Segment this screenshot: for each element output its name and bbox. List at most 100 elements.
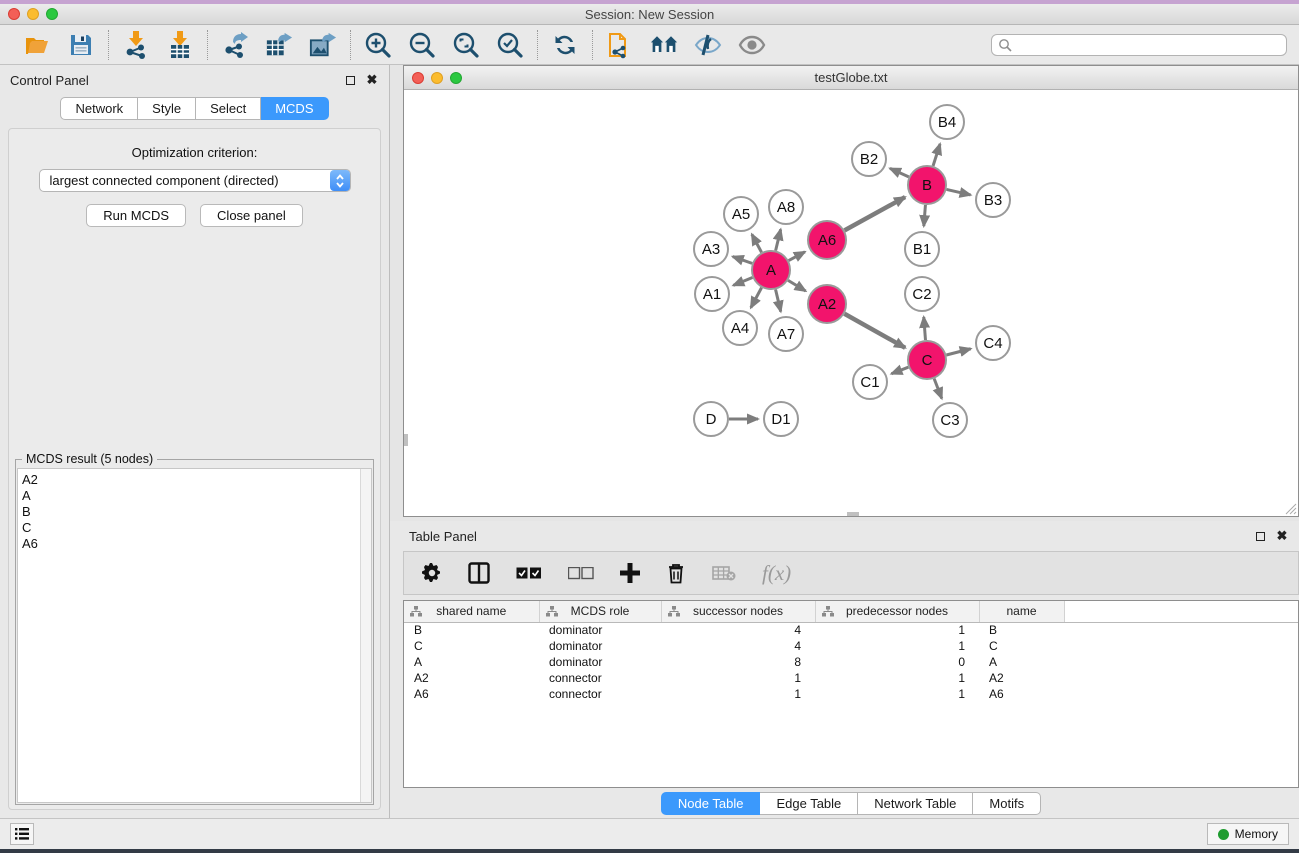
node-B3[interactable]: B3 [976,183,1010,217]
close-window-button[interactable] [8,8,20,20]
zoom-fit-icon[interactable] [452,31,480,59]
table-tab-network-table[interactable]: Network Table [858,792,973,815]
column-header-predecessor-nodes[interactable]: predecessor nodes [815,601,979,622]
node-C3[interactable]: C3 [933,403,967,437]
edge-B-B3[interactable] [947,189,971,194]
table-close-icon[interactable]: ✖ [1275,529,1289,543]
zoom-selected-icon[interactable] [496,31,524,59]
edge-A-A1[interactable] [733,278,752,286]
select-all-icon[interactable] [516,567,542,580]
node-A7[interactable]: A7 [769,317,803,351]
table-row[interactable]: A6connector11A6 [404,686,1298,702]
table-row[interactable]: Cdominator41C [404,638,1298,654]
close-panel-icon[interactable]: ✖ [365,73,379,87]
table-float-icon[interactable] [1253,529,1267,543]
run-mcds-button[interactable]: Run MCDS [86,204,186,227]
table-tab-edge-table[interactable]: Edge Table [760,792,858,815]
network-minimize-button[interactable] [431,72,443,84]
delete-table-icon[interactable] [712,565,736,581]
column-header-successor-nodes[interactable]: successor nodes [661,601,815,622]
tab-mcds[interactable]: MCDS [261,97,328,120]
function-builder-icon[interactable]: f(x) [762,561,791,586]
import-table-icon[interactable] [166,31,194,59]
zoom-in-icon[interactable] [364,31,392,59]
edge-C-C4[interactable] [946,349,970,355]
canvas-left-handle[interactable] [404,434,408,446]
edge-A-A5[interactable] [752,234,762,252]
node-A1[interactable]: A1 [695,277,729,311]
edge-B-B1[interactable] [924,205,926,226]
delete-column-icon[interactable] [666,562,686,584]
search-field[interactable] [991,34,1287,56]
open-session-icon[interactable] [23,31,51,59]
open-network-file-icon[interactable] [606,31,634,59]
export-table-icon[interactable] [265,31,293,59]
edge-A-A6[interactable] [789,252,805,261]
node-B1[interactable]: B1 [905,232,939,266]
float-panel-icon[interactable] [343,73,357,87]
node-A[interactable]: A [752,251,790,289]
node-C1[interactable]: C1 [853,365,887,399]
edge-A2-C[interactable] [844,314,905,348]
result-scrollbar[interactable] [360,469,371,802]
deselect-all-icon[interactable] [568,567,594,580]
node-B2[interactable]: B2 [852,142,886,176]
edge-C-C1[interactable] [891,367,908,374]
task-history-button[interactable] [10,823,34,845]
edge-A-A2[interactable] [788,280,806,291]
close-panel-button[interactable]: Close panel [200,204,303,227]
network-maximize-button[interactable] [450,72,462,84]
node-D1[interactable]: D1 [764,402,798,436]
tab-style[interactable]: Style [138,97,196,120]
edge-A-A3[interactable] [733,257,752,264]
export-network-icon[interactable] [221,31,249,59]
node-C2[interactable]: C2 [905,277,939,311]
table-tab-motifs[interactable]: Motifs [973,792,1041,815]
node-A6[interactable]: A6 [808,221,846,259]
column-header-name[interactable]: name [979,601,1064,622]
hide-details-icon[interactable] [694,31,722,59]
node-C4[interactable]: C4 [976,326,1010,360]
node-A4[interactable]: A4 [723,311,757,345]
table-row[interactable]: A2connector11A2 [404,670,1298,686]
result-item[interactable]: A6 [22,536,371,552]
network-window-titlebar[interactable]: testGlobe.txt [404,66,1298,90]
node-A8[interactable]: A8 [769,190,803,224]
resize-grip[interactable] [1285,503,1297,515]
edge-A6-B[interactable] [845,197,906,230]
mcds-result-list[interactable]: A2ABCA6 [17,468,372,803]
node-A3[interactable]: A3 [694,232,728,266]
column-header-MCDS-role[interactable]: MCDS role [539,601,661,622]
settings-gear-icon[interactable] [422,563,442,583]
edge-B-B2[interactable] [890,168,909,176]
tab-network[interactable]: Network [60,97,138,120]
result-item[interactable]: B [22,504,371,520]
network-canvas[interactable]: B4B2BB3A8A5A6A3B1AA1C2A2A4A7C4CC1C3DD1 [404,90,1298,516]
node-B4[interactable]: B4 [930,105,964,139]
show-details-icon[interactable] [738,31,766,59]
search-input[interactable] [1012,38,1280,52]
table-row[interactable]: Bdominator41B [404,622,1298,638]
zoom-out-icon[interactable] [408,31,436,59]
edge-C-C3[interactable] [934,379,942,399]
export-image-icon[interactable] [309,31,337,59]
node-table-wrap[interactable]: shared nameMCDS rolesuccessor nodesprede… [403,600,1299,788]
node-A2[interactable]: A2 [808,285,846,323]
edge-A-A8[interactable] [776,229,781,250]
import-network-icon[interactable] [122,31,150,59]
add-column-icon[interactable] [620,563,640,583]
table-row[interactable]: Adominator80A [404,654,1298,670]
tab-select[interactable]: Select [196,97,261,120]
canvas-bottom-handle[interactable] [847,512,859,516]
result-item[interactable]: C [22,520,371,536]
edge-B-B4[interactable] [933,144,940,166]
edge-A-A4[interactable] [751,288,762,308]
maximize-window-button[interactable] [46,8,58,20]
memory-button[interactable]: Memory [1207,823,1289,845]
result-item[interactable]: A2 [22,472,371,488]
column-view-icon[interactable] [468,562,490,584]
column-header-shared-name[interactable]: shared name [404,601,539,622]
table-tab-node-table[interactable]: Node Table [661,792,761,815]
result-item[interactable]: A [22,488,371,504]
node-B[interactable]: B [908,166,946,204]
